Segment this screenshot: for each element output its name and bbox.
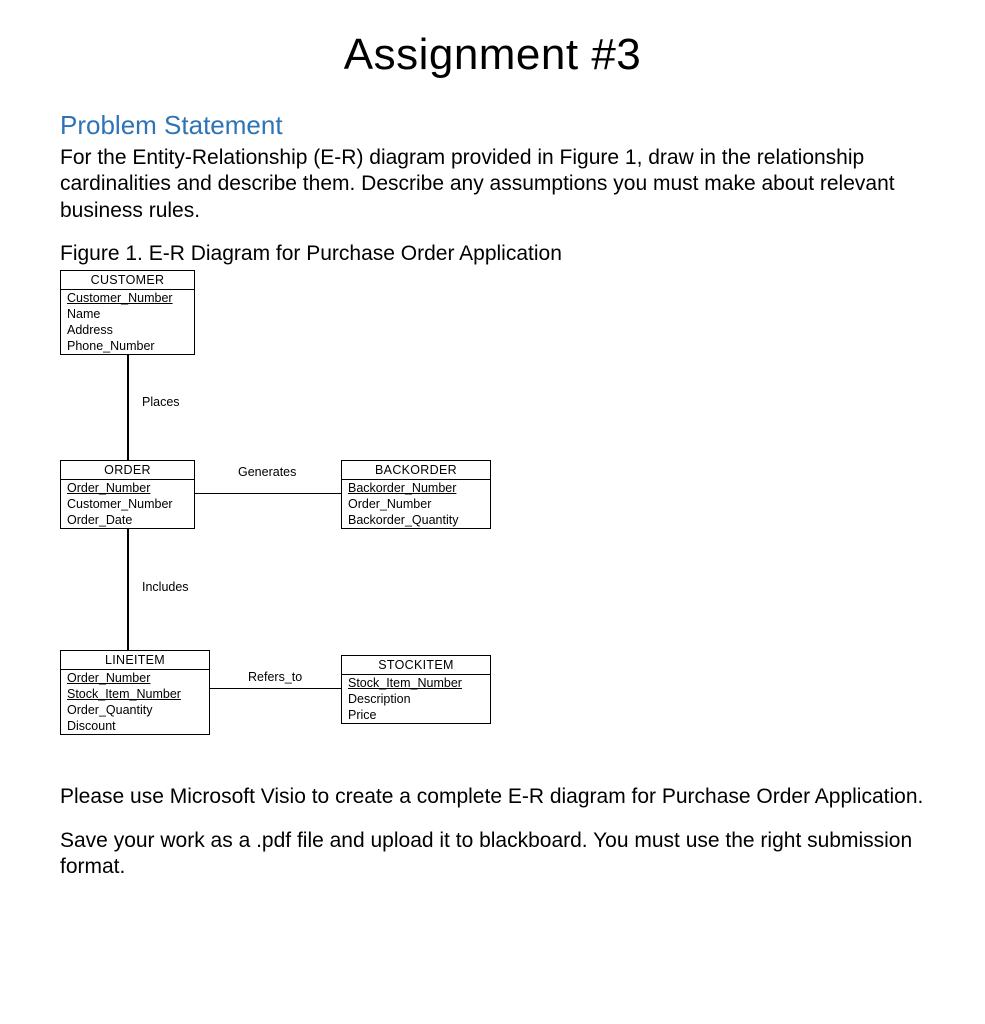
entity-backorder-title: BACKORDER xyxy=(342,461,490,479)
rel-label-refers-to: Refers_to xyxy=(248,670,302,684)
entity-stockitem-title: STOCKITEM xyxy=(342,656,490,674)
entity-customer: CUSTOMER Customer_Number Name Address Ph… xyxy=(60,270,195,355)
rel-label-places: Places xyxy=(142,395,180,409)
er-diagram: CUSTOMER Customer_Number Name Address Ph… xyxy=(60,270,560,770)
connector-lineitem-stockitem xyxy=(210,688,341,690)
entity-order-title: ORDER xyxy=(61,461,194,479)
connector-order-lineitem xyxy=(127,528,129,650)
entity-lineitem-pk1: Order_Number xyxy=(61,670,209,686)
entity-backorder-pk: Backorder_Number xyxy=(342,480,490,496)
outro-paragraph-2: Save your work as a .pdf file and upload… xyxy=(60,828,925,881)
entity-lineitem-attr: Discount xyxy=(61,718,209,734)
connector-order-backorder xyxy=(195,493,341,495)
document-page: Assignment #3 Problem Statement For the … xyxy=(0,0,985,1024)
entity-order-attr: Order_Date xyxy=(61,512,194,528)
entity-order: ORDER Order_Number Customer_Number Order… xyxy=(60,460,195,529)
rel-label-generates: Generates xyxy=(238,465,296,479)
entity-stockitem: STOCKITEM Stock_Item_Number Description … xyxy=(341,655,491,724)
entity-lineitem-pk2: Stock_Item_Number xyxy=(61,686,209,702)
entity-order-attr: Customer_Number xyxy=(61,496,194,512)
entity-backorder-attr: Backorder_Quantity xyxy=(342,512,490,528)
entity-order-pk: Order_Number xyxy=(61,480,194,496)
figure-caption: Figure 1. E-R Diagram for Purchase Order… xyxy=(60,242,925,266)
entity-customer-attr: Address xyxy=(61,322,194,338)
document-title: Assignment #3 xyxy=(60,30,925,80)
outro-paragraph-1: Please use Microsoft Visio to create a c… xyxy=(60,784,925,810)
entity-lineitem-attr: Order_Quantity xyxy=(61,702,209,718)
entity-customer-attr: Name xyxy=(61,306,194,322)
section-heading: Problem Statement xyxy=(60,110,925,141)
rel-label-includes: Includes xyxy=(142,580,189,594)
entity-backorder: BACKORDER Backorder_Number Order_Number … xyxy=(341,460,491,529)
entity-backorder-attr: Order_Number xyxy=(342,496,490,512)
entity-customer-pk: Customer_Number xyxy=(61,290,194,306)
entity-customer-attr: Phone_Number xyxy=(61,338,194,354)
entity-lineitem: LINEITEM Order_Number Stock_Item_Number … xyxy=(60,650,210,735)
connector-customer-order xyxy=(127,354,129,460)
entity-stockitem-pk: Stock_Item_Number xyxy=(342,675,490,691)
entity-stockitem-attr: Description xyxy=(342,691,490,707)
entity-customer-title: CUSTOMER xyxy=(61,271,194,289)
entity-stockitem-attr: Price xyxy=(342,707,490,723)
entity-lineitem-title: LINEITEM xyxy=(61,651,209,669)
intro-paragraph: For the Entity-Relationship (E-R) diagra… xyxy=(60,145,925,224)
